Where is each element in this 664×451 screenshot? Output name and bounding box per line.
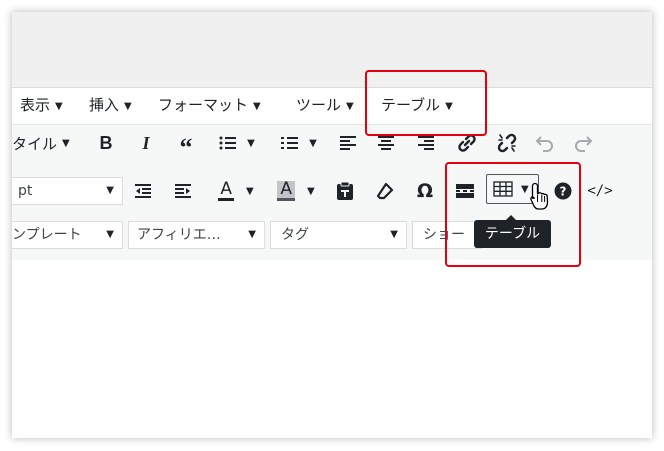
chevron-down-icon: ▼ xyxy=(62,137,70,149)
chevron-down-icon: ▼ xyxy=(106,185,114,196)
bullet-list-icon xyxy=(219,136,237,150)
chevron-down-icon: ▼ xyxy=(106,229,114,240)
clipboard-icon xyxy=(337,181,353,200)
background-color-icon: A xyxy=(277,181,295,201)
bold-button[interactable]: B xyxy=(94,128,118,158)
menu-view-label: 表示 xyxy=(20,96,51,114)
font-size-select[interactable]: pt ▼ xyxy=(12,177,123,205)
indent-icon xyxy=(175,184,191,198)
redo-icon xyxy=(575,136,593,152)
affiliate-select-label: アフィリエ… xyxy=(137,227,221,243)
background-color-button[interactable]: A ▼ xyxy=(270,176,322,206)
special-character-button[interactable]: Ω xyxy=(412,176,438,206)
chevron-down-icon: ▼ xyxy=(247,137,255,149)
menu-table-highlight xyxy=(365,70,487,136)
italic-button[interactable]: I xyxy=(134,128,158,158)
quote-icon: “ xyxy=(179,133,193,162)
chevron-down-icon: ▼ xyxy=(253,101,261,112)
align-right-icon xyxy=(418,136,434,150)
menu-format-label: フォーマット xyxy=(158,96,249,114)
tag-select[interactable]: タグ ▼ xyxy=(270,221,407,249)
menu-insert-label: 挿入 xyxy=(89,96,120,114)
menubar: 表示 ▼ 挿入 ▼ フォーマット ▼ ツール ▼ テーブル ▼ xyxy=(12,87,652,124)
code-icon: </> xyxy=(587,183,613,199)
menu-tools[interactable]: ツール ▼ xyxy=(296,95,354,117)
format-select[interactable]: タイル ▼ xyxy=(12,128,70,158)
template-select-label: ンプレート xyxy=(12,227,82,243)
numbered-list-icon xyxy=(281,137,299,149)
clear-formatting-button[interactable] xyxy=(372,176,398,206)
indent-button[interactable] xyxy=(170,176,196,206)
numbered-list-button[interactable]: ▼ xyxy=(274,128,324,158)
menu-view[interactable]: 表示 ▼ xyxy=(20,95,63,117)
format-select-label: タイル xyxy=(12,134,58,153)
menu-insert[interactable]: 挿入 ▼ xyxy=(89,95,132,117)
menu-format[interactable]: フォーマット ▼ xyxy=(158,95,261,117)
align-center-icon xyxy=(378,136,394,150)
blockquote-button[interactable]: “ xyxy=(172,128,200,162)
align-left-button[interactable] xyxy=(336,128,360,158)
bullet-list-button[interactable]: ▼ xyxy=(212,128,262,158)
chevron-down-icon: ▼ xyxy=(248,229,256,240)
tag-select-label: タグ xyxy=(281,227,309,243)
undo-icon xyxy=(535,136,553,152)
omega-icon: Ω xyxy=(416,180,434,202)
eraser-icon xyxy=(376,182,394,200)
chevron-down-icon: ▼ xyxy=(306,185,315,197)
chevron-down-icon: ▼ xyxy=(309,137,317,149)
align-left-icon xyxy=(340,136,356,150)
paste-as-text-button[interactable] xyxy=(332,176,358,206)
text-color-icon: A xyxy=(218,179,234,201)
font-size-value: pt xyxy=(18,183,33,199)
undo-button[interactable] xyxy=(534,128,556,158)
chevron-down-icon: ▼ xyxy=(55,101,63,112)
editor-content-area[interactable] xyxy=(12,260,652,438)
code-view-button[interactable]: </> xyxy=(587,176,613,206)
table-button-highlight xyxy=(445,162,581,267)
template-select[interactable]: ンプレート ▼ xyxy=(12,221,123,249)
editor-header xyxy=(12,12,652,87)
chevron-down-icon: ▼ xyxy=(124,101,132,112)
chevron-down-icon: ▼ xyxy=(346,101,354,112)
editor-window: 表示 ▼ 挿入 ▼ フォーマット ▼ ツール ▼ テーブル ▼ タイル ▼ B I “ ▼ … xyxy=(12,12,652,438)
chevron-down-icon: ▼ xyxy=(390,229,398,240)
outdent-icon xyxy=(135,184,151,198)
chevron-down-icon: ▼ xyxy=(245,185,254,197)
italic-icon: I xyxy=(142,132,150,153)
menu-tools-label: ツール xyxy=(296,96,342,114)
unlink-icon xyxy=(497,133,517,153)
redo-button[interactable] xyxy=(572,128,594,158)
text-color-button[interactable]: A ▼ xyxy=(210,176,262,206)
bold-icon: B xyxy=(99,132,113,153)
affiliate-select[interactable]: アフィリエ… ▼ xyxy=(128,221,265,249)
outdent-button[interactable] xyxy=(130,176,156,206)
remove-link-button[interactable] xyxy=(494,128,520,158)
